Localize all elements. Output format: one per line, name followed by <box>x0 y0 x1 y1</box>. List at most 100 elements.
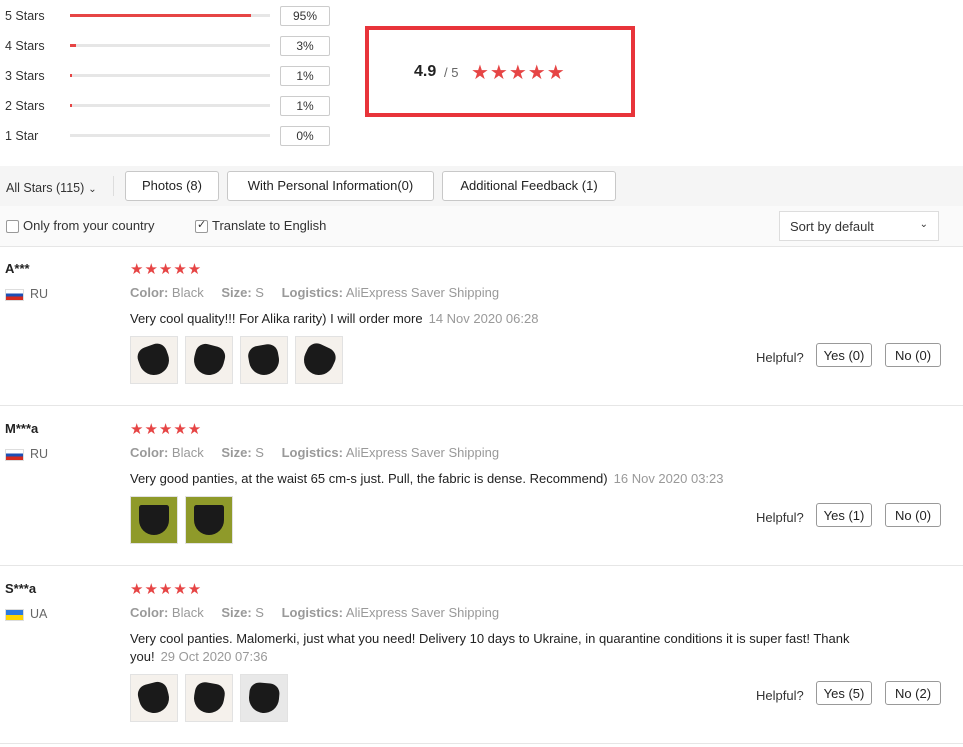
chevron-down-icon: ⌄ <box>88 184 97 195</box>
attr-logistics-label: Logistics: <box>281 445 343 460</box>
additional-feedback-filter-button[interactable]: Additional Feedback (1) <box>442 171 616 201</box>
flag-ua-icon <box>5 609 24 621</box>
attr-size-label: Size: <box>221 285 252 300</box>
reviewer-name: M***a <box>5 421 39 436</box>
reviewer-country: RU <box>30 447 49 461</box>
attr-color-label: Color: <box>130 605 169 620</box>
review-filter-bar: All Stars (115) ⌄ Photos (8) With Persona… <box>0 166 963 206</box>
review-attributes: Color: Black Size: S Logistics: AliExpre… <box>130 285 499 300</box>
attr-logistics-value: AliExpress Saver Shipping <box>345 445 500 460</box>
histogram-label: 2 Stars <box>5 99 45 113</box>
histogram-percent: 3% <box>280 36 330 56</box>
attr-logistics-value: AliExpress Saver Shipping <box>345 605 500 620</box>
histogram-row-5[interactable]: 5 Stars 95% <box>0 6 340 26</box>
helpful-no-button[interactable]: No (0) <box>885 343 941 367</box>
review-date: 16 Nov 2020 03:23 <box>613 471 724 486</box>
helpful-no-button[interactable]: No (2) <box>885 681 941 705</box>
review-photo-thumbnail[interactable] <box>130 674 178 722</box>
personal-info-filter-button[interactable]: With Personal Information(0) <box>227 171 434 201</box>
overall-rating-box: 4.9 / 5 ★★★★★ <box>365 26 635 117</box>
review-photo-thumbnail[interactable] <box>185 496 233 544</box>
histogram-percent: 95% <box>280 6 330 26</box>
review-photo-thumbnail[interactable] <box>185 674 233 722</box>
histogram-fill <box>70 44 76 47</box>
histogram-label: 3 Stars <box>5 69 45 83</box>
helpful-label: Helpful? <box>756 688 804 703</box>
review-body: Very cool quality!!! For Alika rarity) I… <box>130 311 423 326</box>
review-photo-thumbnail[interactable] <box>185 336 233 384</box>
review-date: 29 Oct 2020 07:36 <box>160 649 268 664</box>
attr-color-label: Color: <box>130 285 169 300</box>
helpful-yes-button[interactable]: Yes (0) <box>816 343 872 367</box>
attr-size-value: S <box>255 285 264 300</box>
review-text: Very cool panties. Malomerki, just what … <box>130 630 870 666</box>
flag-ru-icon <box>5 449 24 461</box>
histogram-label: 1 Star <box>5 129 39 143</box>
sort-select-value: Sort by default <box>790 219 874 234</box>
review-options-bar: Only from your country Translate to Engl… <box>0 206 963 247</box>
attr-size-label: Size: <box>221 445 252 460</box>
rating-value: 4.9 <box>414 63 437 80</box>
sort-select[interactable]: Sort by default ⌄ <box>779 211 939 241</box>
histogram-bar <box>70 134 270 137</box>
review-stars-icon: ★★★★★ <box>130 581 203 598</box>
histogram-bar <box>70 14 270 17</box>
histogram-label: 4 Stars <box>5 39 45 53</box>
review-photo-thumbnail[interactable] <box>130 336 178 384</box>
attr-color-value: Black <box>171 445 204 460</box>
histogram-bar <box>70 44 270 47</box>
translate-label[interactable]: Translate to English <box>212 218 326 233</box>
review-text: Very cool quality!!! For Alika rarity) I… <box>130 310 870 328</box>
attr-logistics-value: AliExpress Saver Shipping <box>345 285 500 300</box>
histogram-row-3[interactable]: 3 Stars 1% <box>0 66 340 86</box>
all-stars-dropdown[interactable]: All Stars (115) ⌄ <box>6 181 97 195</box>
reviewer-name: A*** <box>5 261 30 276</box>
review-stars-icon: ★★★★★ <box>130 261 203 278</box>
review-date: 14 Nov 2020 06:28 <box>428 311 539 326</box>
only-country-checkbox[interactable] <box>6 220 19 233</box>
review-photo-thumbnail[interactable] <box>240 674 288 722</box>
histogram-row-4[interactable]: 4 Stars 3% <box>0 36 340 56</box>
review-attributes: Color: Black Size: S Logistics: AliExpre… <box>130 445 499 460</box>
photos-filter-button[interactable]: Photos (8) <box>125 171 219 201</box>
helpful-yes-button[interactable]: Yes (1) <box>816 503 872 527</box>
histogram-row-2[interactable]: 2 Stars 1% <box>0 96 340 116</box>
translate-checkbox[interactable] <box>195 218 208 233</box>
review-item: M***a RU ★★★★★ Color: Black Size: S Logi… <box>0 406 963 566</box>
review-item: A*** RU ★★★★★ Color: Black Size: S Logis… <box>0 246 963 406</box>
only-country-label[interactable]: Only from your country <box>23 218 155 233</box>
review-body: Very good panties, at the waist 65 cm-s … <box>130 471 608 486</box>
histogram-fill <box>70 104 72 107</box>
reviewer-name: S***a <box>5 581 37 596</box>
histogram-bar <box>70 104 270 107</box>
attr-color-value: Black <box>171 285 204 300</box>
attr-size-label: Size: <box>221 605 252 620</box>
helpful-label: Helpful? <box>756 350 804 365</box>
all-stars-label: All Stars (115) <box>6 181 85 195</box>
attr-size-value: S <box>255 605 264 620</box>
attr-logistics-label: Logistics: <box>281 285 343 300</box>
histogram-row-1[interactable]: 1 Star 0% <box>0 126 340 146</box>
histogram-percent: 0% <box>280 126 330 146</box>
attr-color-label: Color: <box>130 445 169 460</box>
helpful-no-button[interactable]: No (0) <box>885 503 941 527</box>
attr-color-value: Black <box>171 605 204 620</box>
review-photo-thumbnail[interactable] <box>240 336 288 384</box>
divider <box>113 176 114 196</box>
review-text: Very good panties, at the waist 65 cm-s … <box>130 470 870 488</box>
histogram-fill <box>70 14 251 17</box>
review-photo-thumbnail[interactable] <box>295 336 343 384</box>
helpful-yes-button[interactable]: Yes (5) <box>816 681 872 705</box>
review-item: S***a UA ★★★★★ Color: Black Size: S Logi… <box>0 566 963 744</box>
histogram-label: 5 Stars <box>5 9 45 23</box>
attr-size-value: S <box>255 445 264 460</box>
rating-out-of: / 5 <box>444 65 459 80</box>
histogram-bar <box>70 74 270 77</box>
helpful-label: Helpful? <box>756 510 804 525</box>
review-photo-thumbnail[interactable] <box>130 496 178 544</box>
histogram-percent: 1% <box>280 66 330 86</box>
review-attributes: Color: Black Size: S Logistics: AliExpre… <box>130 605 499 620</box>
histogram-fill <box>70 74 72 77</box>
rating-stars-icon: ★★★★★ <box>471 62 566 84</box>
flag-ru-icon <box>5 289 24 301</box>
